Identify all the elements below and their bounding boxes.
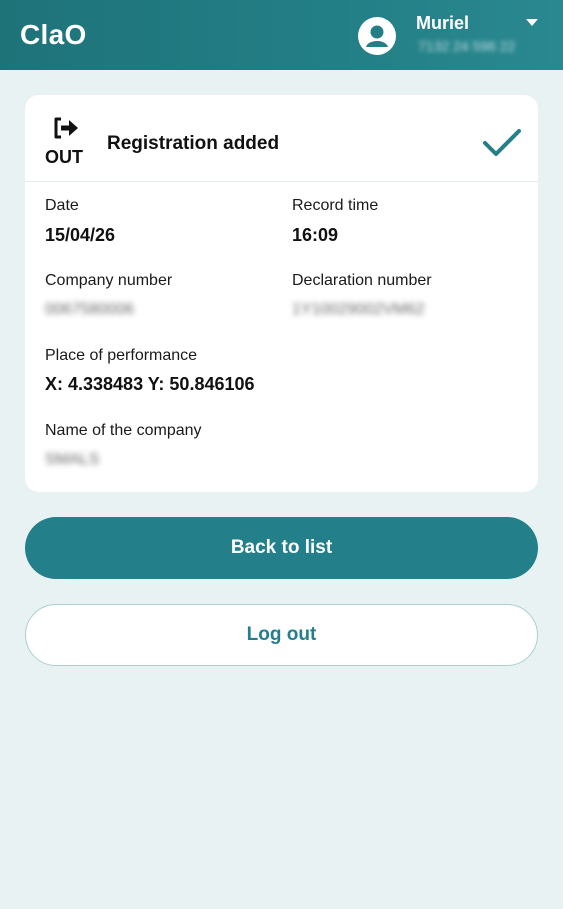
company-number-label: Company number xyxy=(45,272,173,289)
user-circle-icon[interactable] xyxy=(358,17,396,55)
date-label: Date xyxy=(45,197,79,214)
declaration-number-label: Declaration number xyxy=(292,272,432,289)
app-title: ClaO xyxy=(20,19,87,50)
company-name-label: Name of the company xyxy=(45,422,202,439)
caret-down-icon[interactable] xyxy=(525,18,539,28)
place-value: X: 4.338483 Y: 50.846106 xyxy=(45,374,255,394)
checkmark-icon xyxy=(483,129,521,156)
log-out-button[interactable]: Log out xyxy=(25,604,538,666)
record-time-value: 16:09 xyxy=(292,225,339,245)
registration-card: OUT Registration added Date 15/04/26 Rec… xyxy=(25,95,538,492)
place-label: Place of performance xyxy=(45,347,198,364)
card-title: Registration added xyxy=(107,133,280,154)
date-value: 15/04/26 xyxy=(45,225,116,245)
back-to-list-button[interactable]: Back to list xyxy=(25,517,538,579)
sign-out-icon xyxy=(54,117,78,139)
record-time-label: Record time xyxy=(292,197,379,214)
user-name[interactable]: Muriel xyxy=(416,13,469,34)
company-name-value: SMALS xyxy=(45,451,100,468)
direction-label: OUT xyxy=(45,147,83,167)
company-number-value: 0067580006 xyxy=(45,301,134,318)
app-header: ClaO Muriel 7132 24 596 22 xyxy=(0,0,563,70)
declaration-number-value: 1Y10029002VM62 xyxy=(292,301,425,318)
user-id: 7132 24 596 22 xyxy=(418,38,516,54)
card-header: OUT Registration added xyxy=(25,95,538,182)
